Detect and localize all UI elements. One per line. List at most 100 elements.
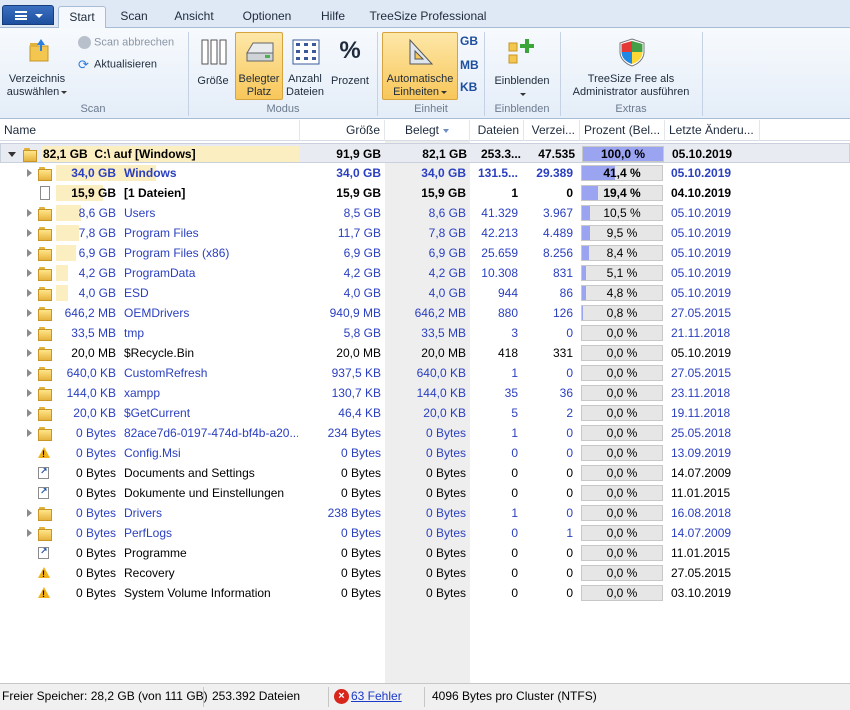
tree-row[interactable]: 0 Bytes Dokumente und Einstellungen 0 Byte… <box>0 483 850 503</box>
group-separator <box>377 32 378 116</box>
row-size-label: 0 Bytes <box>75 586 116 600</box>
row-percent-bar: 0,0 % <box>581 445 663 461</box>
row-name: CustomRefresh <box>124 366 208 380</box>
run-as-admin-button[interactable]: TreeSize Free als Administrator ausführe… <box>564 32 698 100</box>
expand-icon[interactable] <box>27 249 32 257</box>
tree-row[interactable]: 6,9 GB Program Files (x86) 6,9 GB 6,9 GB 25.… <box>0 243 850 263</box>
tree-row[interactable]: 0 Bytes PerfLogs 0 Bytes 0 Bytes 0 1 0,0 % 14.0… <box>0 523 850 543</box>
tree-row[interactable]: 20,0 KB $GetCurrent 46,4 KB 20,0 KB 5 2 0,0 % 1… <box>0 403 850 423</box>
row-name: System Volume Information <box>124 586 271 600</box>
status-separator <box>424 687 425 707</box>
row-files: 41.329 <box>481 206 518 220</box>
group-separator <box>560 32 561 116</box>
expand-icon[interactable] <box>27 169 32 177</box>
row-percent-bar: 10,5 % <box>581 205 663 221</box>
row-percent: 0,0 % <box>606 446 638 460</box>
expand-icon[interactable] <box>27 409 32 417</box>
tree-row[interactable]: 0 Bytes Documents and Settings 0 Bytes 0 By… <box>0 463 850 483</box>
tree-row[interactable]: 4,0 GB ESD 4,0 GB 4,0 GB 944 86 4,8 % 05.10.201… <box>0 283 850 303</box>
row-size-label: 0 Bytes <box>75 506 116 520</box>
row-size-label: 15,9 GB <box>71 186 116 200</box>
column-header-used[interactable]: Belegt <box>385 120 470 141</box>
expand-icon[interactable] <box>27 289 32 297</box>
expand-icon[interactable] <box>27 389 32 397</box>
expand-icon[interactable] <box>27 209 32 217</box>
unit-kb-button[interactable]: KB <box>460 80 477 94</box>
tree-row[interactable]: 0 Bytes Programme 0 Bytes 0 Bytes 0 0 0,0 % 11.… <box>0 543 850 563</box>
abort-scan-button[interactable]: Scan abbrechen <box>78 36 174 49</box>
tab-optionen[interactable]: Optionen <box>234 6 300 28</box>
row-last-change: 21.11.2018 <box>671 326 731 340</box>
row-name: Users <box>124 206 156 220</box>
tab-ansicht[interactable]: Ansicht <box>164 6 224 28</box>
row-used: 8,6 GB <box>428 206 466 220</box>
tree-row[interactable]: 33,5 MB tmp 5,8 GB 33,5 MB 3 0 0,0 % 21.11.2018 <box>0 323 850 343</box>
row-used: 0 Bytes <box>425 526 466 540</box>
expand-icon[interactable] <box>27 229 32 237</box>
tree-row[interactable]: 646,2 MB OEMDrivers 940,9 MB 646,2 MB 880 126… <box>0 303 850 323</box>
tab-scan[interactable]: Scan <box>112 6 156 28</box>
row-name: $Recycle.Bin <box>124 346 195 360</box>
application-menu-button[interactable] <box>2 5 54 25</box>
row-directories: 36 <box>559 386 573 400</box>
mode-used-space-button[interactable]: Belegter Platz <box>235 32 283 100</box>
tree-row[interactable]: 4,2 GB ProgramData 4,2 GB 4,2 GB 10.308 831 5,… <box>0 263 850 283</box>
refresh-button[interactable]: ⟳ Aktualisieren <box>78 58 157 71</box>
column-header-name[interactable]: Name <box>0 120 300 141</box>
column-header-directories[interactable]: Verzei... <box>524 120 580 141</box>
tree-row[interactable]: 34,0 GB Windows 34,0 GB 34,0 GB 131.5... 29.3… <box>0 163 850 183</box>
column-header-last-change[interactable]: Letzte Änderu... <box>665 120 760 141</box>
folder-open-icon <box>29 39 49 62</box>
expand-icon[interactable] <box>27 349 32 357</box>
row-size: 4,2 GB <box>343 266 381 280</box>
tree-row[interactable]: 640,0 KB CustomRefresh 937,5 KB 640,0 KB 1 0 0… <box>0 363 850 383</box>
column-header-size[interactable]: Größe <box>300 120 385 141</box>
tree-row[interactable]: 0 Bytes Config.Msi 0 Bytes 0 Bytes 0 0 0,0 % 13… <box>0 443 850 463</box>
mode-file-count-button[interactable]: Anzahl Dateien <box>285 32 325 100</box>
row-name: Program Files <box>124 226 199 240</box>
tree-row[interactable]: 0 Bytes 82ace7d6-0197-474d-bf4b-a20... 234… <box>0 423 850 443</box>
row-size-label: 33,5 MB <box>71 326 116 340</box>
expand-icon[interactable] <box>8 152 16 157</box>
tree-row[interactable]: 15,9 GB [1 Dateien] 15,9 GB 15,9 GB 1 0 19,4 %… <box>0 183 850 203</box>
unit-gb-button[interactable]: GB <box>460 34 478 48</box>
expand-icon[interactable] <box>27 269 32 277</box>
expand-icon[interactable] <box>27 529 32 537</box>
expand-icon[interactable] <box>27 509 32 517</box>
mode-percent-label: Prozent <box>331 75 369 87</box>
tree-row[interactable]: 7,8 GB Program Files 11,7 GB 7,8 GB 42.213 4.… <box>0 223 850 243</box>
tree-row[interactable]: 144,0 KB xampp 130,7 KB 144,0 KB 35 36 0,0 % 23… <box>0 383 850 403</box>
expand-icon[interactable] <box>27 429 32 437</box>
tree-row[interactable]: 0 Bytes System Volume Information 0 Bytes 0… <box>0 583 850 603</box>
expand-icon[interactable] <box>27 309 32 317</box>
unit-mb-button[interactable]: MB <box>460 58 479 72</box>
row-size: 4,0 GB <box>343 286 381 300</box>
mode-size-button[interactable]: Größe <box>194 32 232 100</box>
row-directories: 0 <box>566 466 573 480</box>
expand-icon[interactable] <box>27 329 32 337</box>
tab-hilfe[interactable]: Hilfe <box>312 6 354 28</box>
row-name: ProgramData <box>124 266 196 280</box>
select-directory-button[interactable]: Verzeichnis auswählen <box>4 32 70 100</box>
tree-row[interactable]: 8,6 GB Users 8,5 GB 8,6 GB 41.329 3.967 10,5 %… <box>0 203 850 223</box>
row-size: 34,0 GB <box>336 166 381 180</box>
shortcut-icon <box>38 546 49 559</box>
expand-icon[interactable] <box>27 369 32 377</box>
row-used: 640,0 KB <box>416 366 466 380</box>
errors-link[interactable]: 63 Fehler <box>351 684 402 710</box>
column-header-percent[interactable]: Prozent (Bel... <box>580 120 665 141</box>
column-header-files[interactable]: Dateien <box>470 120 524 141</box>
tree-row-root[interactable]: 82,1 GB C:\ auf [Windows] 91,9 GB 82,1 G… <box>0 143 850 163</box>
row-percent-bar: 0,0 % <box>581 325 663 341</box>
tab-start[interactable]: Start <box>58 6 106 29</box>
row-files: 1 <box>511 426 518 440</box>
automatic-units-button[interactable]: Automatische Einheiten <box>382 32 458 100</box>
tree-row[interactable]: 20,0 MB $Recycle.Bin 20,0 MB 20,0 MB 418 331 0… <box>0 343 850 363</box>
tab-treesize-professional[interactable]: TreeSize Professional <box>366 6 490 28</box>
mode-percent-button[interactable]: % Prozent <box>328 32 372 100</box>
chevron-down-icon <box>440 90 447 94</box>
tree-row[interactable]: 0 Bytes Recovery 0 Bytes 0 Bytes 0 0 0,0 % 27.0… <box>0 563 850 583</box>
row-used: 646,2 MB <box>414 306 466 320</box>
tree-row[interactable]: 0 Bytes Drivers 238 Bytes 0 Bytes 1 0 0,0 % 16.… <box>0 503 850 523</box>
show-columns-button[interactable]: Einblenden <box>490 32 554 100</box>
